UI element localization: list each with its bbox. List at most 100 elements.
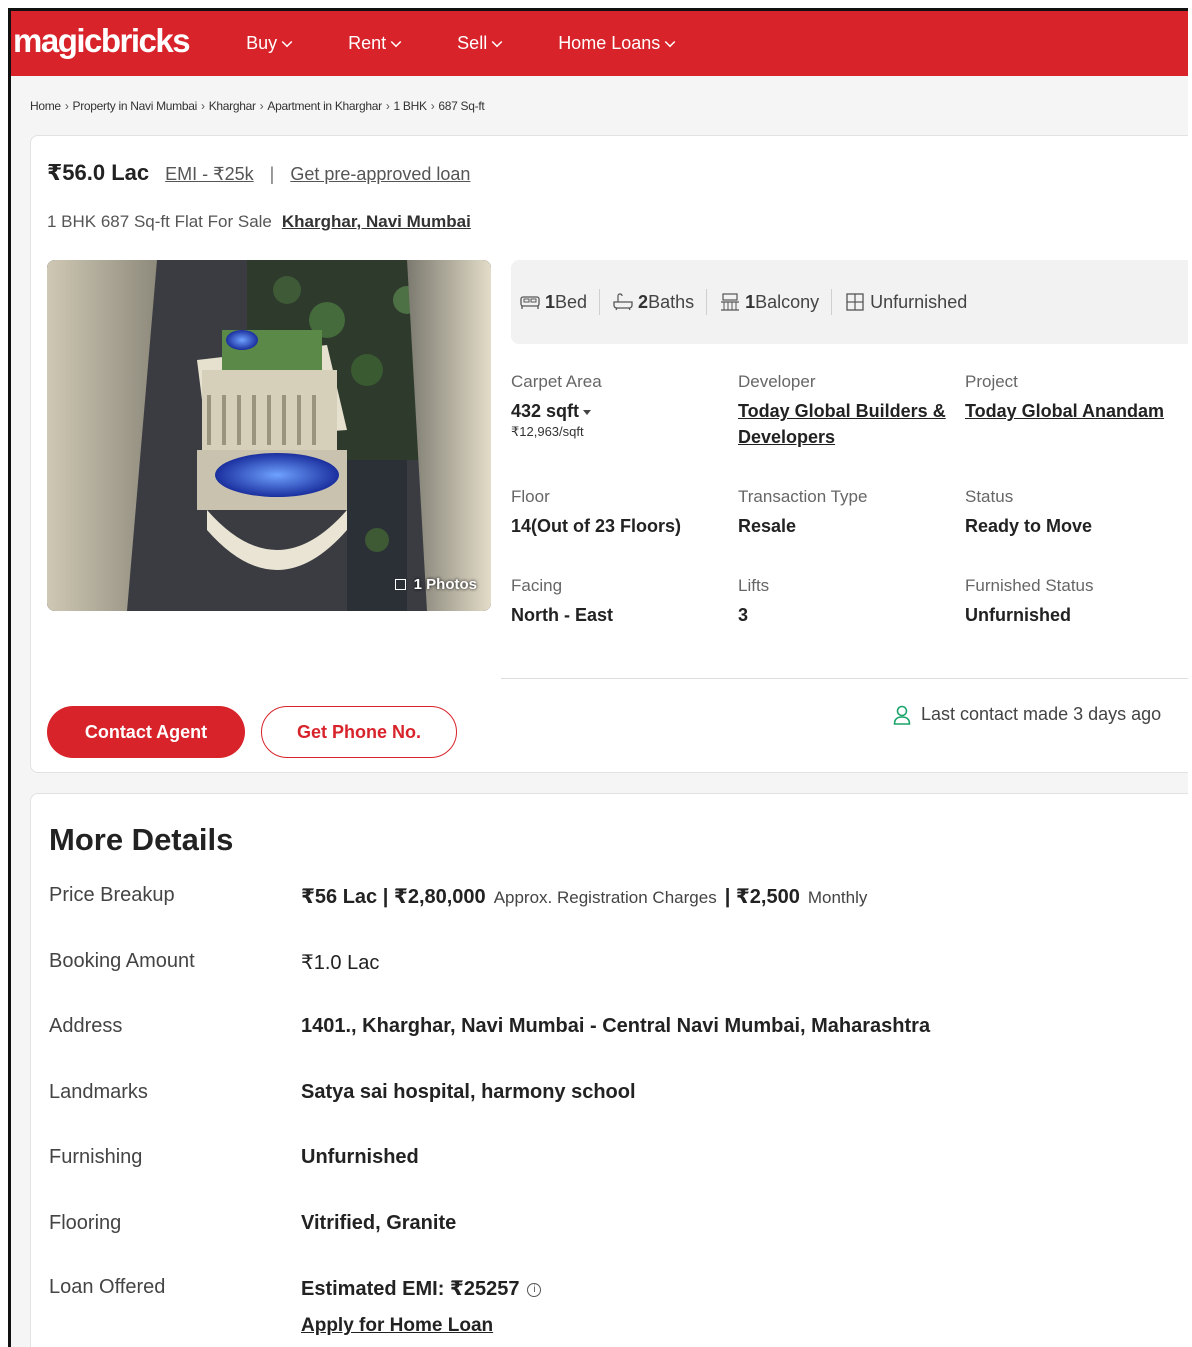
furnishing-icon: [846, 293, 864, 311]
photo-count-label: 1 Photos: [413, 576, 477, 593]
spec-developer: Developer Today Global Builders & Develo…: [738, 372, 953, 450]
row-price-breakup: Price Breakup ₹56 Lac | ₹2,80,000 Approx.…: [49, 884, 875, 909]
breadcrumb-home[interactable]: Home: [30, 99, 61, 113]
row-furnishing: Furnishing Unfurnished: [49, 1146, 419, 1169]
landmarks-label: Landmarks: [49, 1081, 148, 1103]
price-row: ₹56.0 Lac EMI - ₹25k | Get pre-approved …: [47, 160, 470, 186]
breadcrumb-separator: ›: [259, 99, 264, 113]
chevron-down-icon: [390, 36, 402, 47]
breadcrumb-separator: ›: [201, 99, 205, 113]
breadcrumb: Home › Property in Navi Mumbai › Kharghar ›…: [11, 76, 1188, 136]
property-photo[interactable]: 1 Photos: [47, 260, 491, 611]
developer-label: Developer: [738, 372, 816, 391]
chevron-down-icon: [491, 36, 503, 47]
spec-lifts: Lifts 3: [738, 576, 953, 628]
address-label: Address: [49, 1015, 123, 1037]
floor-label: Floor: [511, 487, 550, 506]
amenity-furnishing: Unfurnished: [844, 289, 979, 315]
caret-down-icon[interactable]: [583, 409, 592, 415]
breadcrumb-bhk[interactable]: 1 BHK: [394, 99, 427, 113]
furnishing-label: Unfurnished: [870, 291, 968, 312]
apply-home-loan-link[interactable]: Apply for Home Loan: [301, 1315, 541, 1337]
contact-agent-button[interactable]: Contact Agent: [47, 706, 245, 758]
carpet-area-label: Carpet Area: [511, 372, 602, 391]
estimated-emi: Estimated EMI: ₹25257: [301, 1278, 520, 1300]
site-logo[interactable]: magicbricks: [13, 22, 191, 60]
breadcrumb-type[interactable]: Apartment in Kharghar: [267, 99, 382, 113]
breakup-maintenance: ₹2,500: [735, 886, 800, 908]
bath-count: 2: [638, 291, 649, 312]
bath-icon: [613, 293, 633, 311]
transaction-value: Resale: [738, 516, 797, 536]
furnishing-row-label: Furnishing: [49, 1146, 143, 1168]
spec-furnished: Furnished Status Unfurnished: [965, 576, 1188, 628]
spec-status: Status Ready to Move: [965, 487, 1188, 539]
status-label: Status: [965, 487, 1014, 506]
last-contact-info: Last contact made 3 days ago: [893, 704, 1161, 725]
row-landmarks: Landmarks Satya sai hospital, harmony sc…: [49, 1081, 636, 1104]
loan-value: Estimated EMI: ₹25257 i Apply for Home Lo…: [301, 1276, 542, 1337]
nav-rent[interactable]: Rent: [348, 33, 402, 54]
photo-count-badge[interactable]: 1 Photos: [394, 576, 477, 593]
booking-value: ₹1.0 Lac: [301, 952, 380, 974]
project-link[interactable]: Today Global Anandam: [965, 398, 1188, 424]
bed-icon: [520, 296, 540, 309]
more-details-title: More Details: [49, 822, 234, 857]
breadcrumb-separator: ›: [430, 99, 435, 113]
landmarks-value: Satya sai hospital, harmony school: [301, 1081, 636, 1103]
balcony-icon: [721, 293, 740, 311]
facing-value: North - East: [511, 605, 614, 625]
loan-label: Loan Offered: [49, 1276, 166, 1298]
price-breakup-label: Price Breakup: [49, 884, 175, 906]
flooring-label: Flooring: [49, 1212, 122, 1234]
floor-value: 14(Out of 23 Floors): [511, 516, 682, 536]
breakup-price: ₹56 Lac: [301, 886, 378, 908]
chevron-down-icon: [664, 36, 676, 47]
row-flooring: Flooring Vitrified, Granite: [49, 1212, 456, 1235]
status-value: Ready to Move: [965, 516, 1093, 536]
lifts-label: Lifts: [738, 576, 770, 595]
transaction-label: Transaction Type: [738, 487, 868, 506]
carpet-area-value[interactable]: 432 sqft: [511, 398, 721, 424]
last-contact-text: Last contact made 3 days ago: [921, 704, 1162, 724]
developer-link[interactable]: Today Global Builders & Developers: [738, 398, 953, 450]
bath-label: Baths: [648, 291, 695, 312]
row-booking: Booking Amount ₹1.0 Lac: [49, 950, 379, 975]
more-details-card: More Details Price Breakup ₹56 Lac | ₹2,…: [30, 793, 1188, 1347]
info-icon[interactable]: i: [527, 1282, 542, 1297]
bed-count: 1: [545, 291, 556, 312]
nav-rent-label: Rent: [348, 33, 387, 53]
breadcrumb-city[interactable]: Property in Navi Mumbai: [73, 99, 198, 113]
nav-sell[interactable]: Sell: [457, 33, 503, 54]
bed-label: Bed: [555, 291, 588, 312]
breadcrumb-area: 687 Sq-ft: [438, 99, 485, 113]
spec-facing: Facing North - East: [511, 576, 721, 628]
page-frame: magicbricks Buy Rent Sell Home Loans Hom…: [8, 8, 1188, 1347]
amenity-bed: 1 Bed: [519, 289, 601, 315]
nav-buy-label: Buy: [246, 33, 278, 53]
emi-link[interactable]: EMI - ₹25k: [165, 164, 253, 185]
listing-price: ₹56.0 Lac: [47, 160, 150, 185]
balcony-label: Balcony: [755, 291, 820, 312]
nav-buy[interactable]: Buy: [246, 33, 293, 54]
nav-home-loans[interactable]: Home Loans: [558, 33, 676, 54]
spec-carpet-area: Carpet Area 432 sqft ₹12,963/sqft: [511, 372, 721, 440]
carpet-area-text: 432 sqft: [511, 401, 580, 421]
spec-transaction: Transaction Type Resale: [738, 487, 953, 539]
get-phone-button[interactable]: Get Phone No.: [261, 706, 457, 758]
address-value: 1401., Kharghar, Navi Mumbai - Central N…: [301, 1015, 931, 1037]
top-header: magicbricks Buy Rent Sell Home Loans: [11, 11, 1188, 76]
image-icon: [394, 579, 406, 590]
nav-home-loans-label: Home Loans: [558, 33, 661, 53]
breadcrumb-locality[interactable]: Kharghar: [209, 99, 256, 113]
amenity-bath: 2 Baths: [612, 289, 708, 315]
location-link[interactable]: Kharghar, Navi Mumbai: [282, 212, 471, 232]
booking-label: Booking Amount: [49, 950, 195, 972]
chevron-down-icon: [281, 36, 293, 47]
breakup-maintenance-note: Monthly: [807, 888, 868, 907]
flooring-value: Vitrified, Granite: [301, 1212, 457, 1234]
preapproved-loan-link[interactable]: Get pre-approved loan: [290, 164, 470, 185]
breakup-registration: ₹2,80,000: [393, 886, 486, 908]
furnished-label: Furnished Status: [965, 576, 1094, 595]
amenity-balcony: 1 Balcony: [719, 289, 833, 315]
